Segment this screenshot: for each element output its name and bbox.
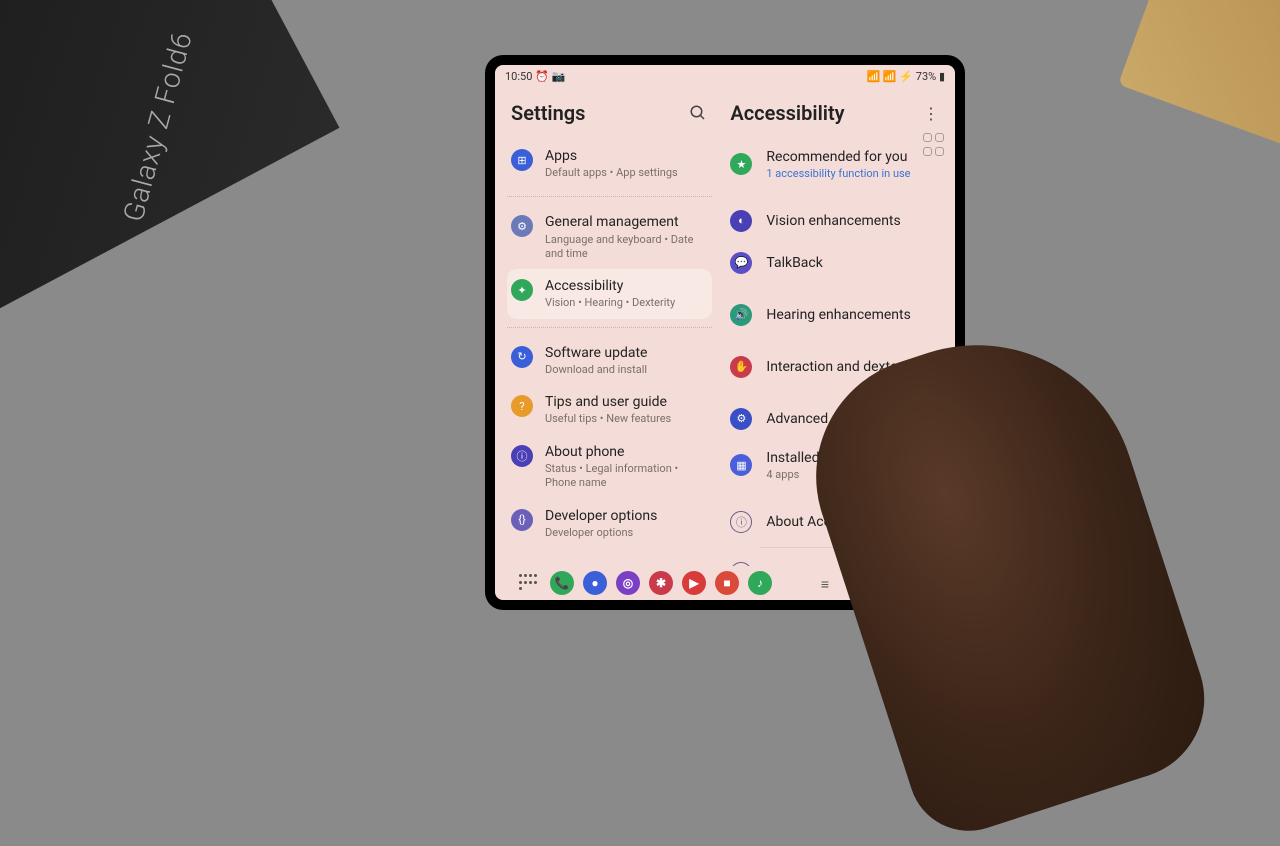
divider xyxy=(507,327,712,328)
settings-list-pane: Settings ⊞ Apps Default apps • App setti… xyxy=(495,87,720,566)
settings-item-title: Apps xyxy=(545,147,708,165)
settings-item-title: General management xyxy=(545,213,708,231)
detail-item-icon: 🔊 xyxy=(730,304,752,326)
group-gap xyxy=(726,336,945,346)
settings-item[interactable]: ⊞ Apps Default apps • App settings xyxy=(507,139,712,188)
settings-item[interactable]: ⚙ General management Language and keyboa… xyxy=(507,205,712,269)
detail-item-title: Contact us xyxy=(766,565,833,566)
detail-item-icon: ★ xyxy=(730,153,752,175)
group-gap xyxy=(726,190,945,200)
detail-item-icon: ◐ xyxy=(730,210,752,232)
dock-app-icon[interactable]: ♪ xyxy=(748,571,772,595)
detail-item-title: Vision enhancements xyxy=(766,213,900,230)
settings-item[interactable]: ✦ Accessibility Vision • Hearing • Dexte… xyxy=(507,269,712,318)
settings-item-subtitle: Status • Legal information • Phone name xyxy=(545,462,708,491)
dock-app-icon[interactable]: 📞 xyxy=(550,571,574,595)
settings-item-icon: ✦ xyxy=(511,279,533,301)
settings-item-title: About phone xyxy=(545,443,708,461)
settings-item-icon: {} xyxy=(511,509,533,531)
status-battery: 73% xyxy=(916,70,936,83)
more-options-icon[interactable]: ⋮ xyxy=(921,103,941,123)
detail-item-title: Hearing enhancements xyxy=(766,307,910,324)
settings-item-title: Tips and user guide xyxy=(545,393,708,411)
detail-item-subtitle: 1 accessibility function in use xyxy=(766,167,910,180)
settings-item-subtitle: Default apps • App settings xyxy=(545,166,708,180)
settings-title: Settings xyxy=(511,101,585,125)
status-right-icons: 📶 📶 ⚡ xyxy=(867,70,914,83)
settings-item-title: Accessibility xyxy=(545,277,708,295)
detail-item[interactable]: ◐ Vision enhancements xyxy=(726,200,945,242)
detail-item-title: TalkBack xyxy=(766,255,822,272)
recents-button[interactable]: ≡ xyxy=(817,576,833,592)
detail-item-icon: ⓘ xyxy=(730,511,752,533)
detail-item-icon: ▦ xyxy=(730,454,752,476)
status-bar: 10:50 ⏰ 📷 📶 📶 ⚡ 73% ▮ xyxy=(495,65,955,87)
dock-app-icon[interactable]: ◎ xyxy=(616,571,640,595)
settings-item-icon: ⓘ xyxy=(511,445,533,467)
settings-item-subtitle: Vision • Hearing • Dexterity xyxy=(545,296,708,310)
detail-item-title: Recommended for you xyxy=(766,149,910,166)
settings-item[interactable]: ↻ Software update Download and install xyxy=(507,336,712,385)
settings-item[interactable]: {} Developer options Developer options xyxy=(507,499,712,548)
dock-app-icon[interactable]: ▶ xyxy=(682,571,706,595)
settings-item[interactable]: ? Tips and user guide Useful tips • New … xyxy=(507,385,712,434)
status-time: 10:50 xyxy=(505,70,532,83)
status-left-icons: ⏰ 📷 xyxy=(535,70,565,83)
settings-item-subtitle: Download and install xyxy=(545,363,708,377)
dock-app-icon[interactable]: ● xyxy=(583,571,607,595)
panel-grid-icon[interactable] xyxy=(923,133,947,157)
detail-item-icon: 💬 xyxy=(730,252,752,274)
settings-item-icon: ↻ xyxy=(511,346,533,368)
group-gap xyxy=(726,284,945,294)
settings-item-subtitle: Developer options xyxy=(545,526,708,540)
settings-item-icon: ? xyxy=(511,395,533,417)
detail-item[interactable]: 💬 TalkBack xyxy=(726,242,945,284)
settings-list: ⊞ Apps Default apps • App settings ⚙ Gen… xyxy=(507,139,712,548)
app-dock: 📞 ● ◎ ✱ ▶ ■ ♪ xyxy=(519,571,772,595)
detail-item-icon: ✋ xyxy=(730,356,752,378)
dock-app-icon[interactable]: ■ xyxy=(715,571,739,595)
settings-item[interactable]: ⓘ About phone Status • Legal information… xyxy=(507,435,712,499)
divider xyxy=(507,196,712,197)
detail-item-icon: ✉ xyxy=(730,562,752,566)
settings-item-icon: ⊞ xyxy=(511,149,533,171)
search-icon[interactable] xyxy=(688,103,708,123)
settings-item-subtitle: Language and keyboard • Date and time xyxy=(545,233,708,262)
settings-item-subtitle: Useful tips • New features xyxy=(545,412,708,426)
detail-title: Accessibility xyxy=(730,101,844,125)
dock-app-icon[interactable]: ✱ xyxy=(649,571,673,595)
settings-item-icon: ⚙ xyxy=(511,215,533,237)
background-object xyxy=(1118,0,1280,146)
settings-item-title: Software update xyxy=(545,344,708,362)
detail-item[interactable]: ★ Recommended for you1 accessibility fun… xyxy=(726,139,945,190)
apps-drawer-icon[interactable] xyxy=(519,574,537,592)
detail-item-icon: ⚙ xyxy=(730,408,752,430)
battery-icon: ▮ xyxy=(939,70,945,83)
settings-item-title: Developer options xyxy=(545,507,708,525)
detail-item[interactable]: 🔊 Hearing enhancements xyxy=(726,294,945,336)
